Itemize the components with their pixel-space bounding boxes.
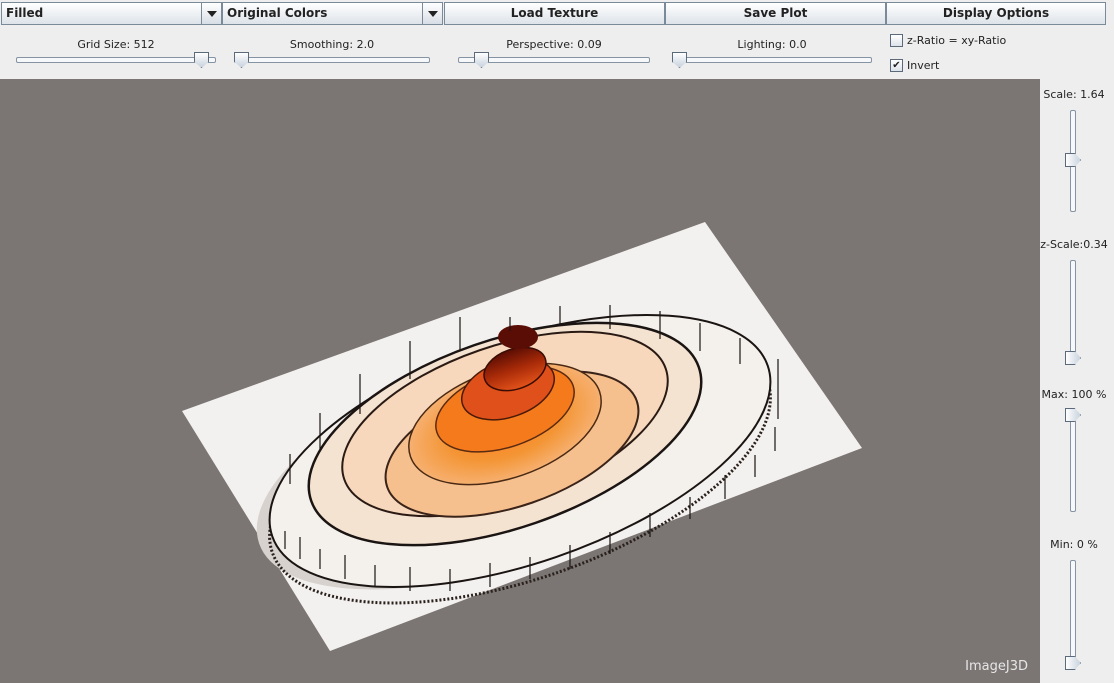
- sidebar-sliders: Scale: 1.64 z-Scale:0.34 Max: 100 % Min:…: [1040, 79, 1114, 683]
- peak-top: [498, 325, 538, 349]
- slider-track[interactable]: [16, 57, 216, 63]
- slider-thumb[interactable]: [194, 52, 209, 68]
- invert-checkbox[interactable]: ✔ Invert: [890, 58, 940, 73]
- color-mode-value: Original Colors: [227, 6, 328, 20]
- plot-viewport[interactable]: ImageJ3D: [0, 79, 1040, 683]
- smoothing-label: Smoothing: 2.0: [289, 38, 375, 51]
- scale-label: Scale: 1.64: [1043, 88, 1105, 101]
- z-ratio-label: z-Ratio = xy-Ratio: [907, 34, 1007, 47]
- display-options-button[interactable]: Display Options: [886, 2, 1106, 25]
- z-ratio-checkbox[interactable]: z-Ratio = xy-Ratio: [890, 33, 1007, 48]
- slider-track[interactable]: [672, 57, 872, 63]
- smoothing-slider[interactable]: Smoothing: 2.0: [234, 35, 430, 75]
- slider-track[interactable]: [1070, 560, 1076, 670]
- render-mode-value: Filled: [6, 6, 44, 20]
- max-slider[interactable]: Max: 100 %: [1040, 388, 1114, 518]
- render-mode-select[interactable]: Filled: [1, 2, 222, 25]
- slider-thumb[interactable]: [1065, 351, 1081, 365]
- checkbox-box[interactable]: [890, 33, 903, 47]
- chevron-down-icon[interactable]: [422, 3, 442, 24]
- lighting-slider[interactable]: Lighting: 0.0: [672, 35, 872, 75]
- perspective-slider[interactable]: Perspective: 0.09: [458, 35, 650, 75]
- load-texture-button[interactable]: Load Texture: [444, 2, 665, 25]
- grid-size-slider[interactable]: Grid Size: 512: [16, 35, 216, 75]
- scale-slider[interactable]: Scale: 1.64: [1040, 88, 1114, 213]
- toolbar: Filled Original Colors Load Texture Save…: [0, 0, 1114, 27]
- invert-label: Invert: [907, 59, 940, 72]
- lighting-label: Lighting: 0.0: [737, 38, 807, 51]
- slider-thumb[interactable]: [474, 52, 489, 68]
- min-slider[interactable]: Min: 0 %: [1040, 538, 1114, 678]
- slider-thumb[interactable]: [1065, 408, 1081, 422]
- color-mode-select[interactable]: Original Colors: [222, 2, 443, 25]
- slider-track[interactable]: [1070, 410, 1076, 512]
- z-scale-label: z-Scale:0.34: [1040, 238, 1108, 251]
- slider-thumb[interactable]: [1065, 153, 1081, 167]
- slider-thumb[interactable]: [672, 52, 687, 68]
- chevron-down-icon[interactable]: [201, 3, 221, 24]
- perspective-label: Perspective: 0.09: [506, 38, 602, 51]
- surface-plot[interactable]: [0, 79, 1040, 683]
- slider-thumb[interactable]: [1065, 656, 1081, 670]
- watermark: ImageJ3D: [965, 659, 1028, 674]
- max-label: Max: 100 %: [1041, 388, 1107, 401]
- slider-thumb[interactable]: [234, 52, 249, 68]
- slider-row: Grid Size: 512 Smoothing: 2.0 Perspectiv…: [0, 27, 1114, 79]
- slider-track[interactable]: [1070, 260, 1076, 365]
- grid-size-label: Grid Size: 512: [77, 38, 155, 51]
- z-scale-slider[interactable]: z-Scale:0.34: [1040, 238, 1114, 368]
- min-label: Min: 0 %: [1050, 538, 1098, 551]
- save-plot-button[interactable]: Save Plot: [665, 2, 886, 25]
- slider-track[interactable]: [234, 57, 430, 63]
- checkmark-icon[interactable]: ✔: [890, 58, 903, 72]
